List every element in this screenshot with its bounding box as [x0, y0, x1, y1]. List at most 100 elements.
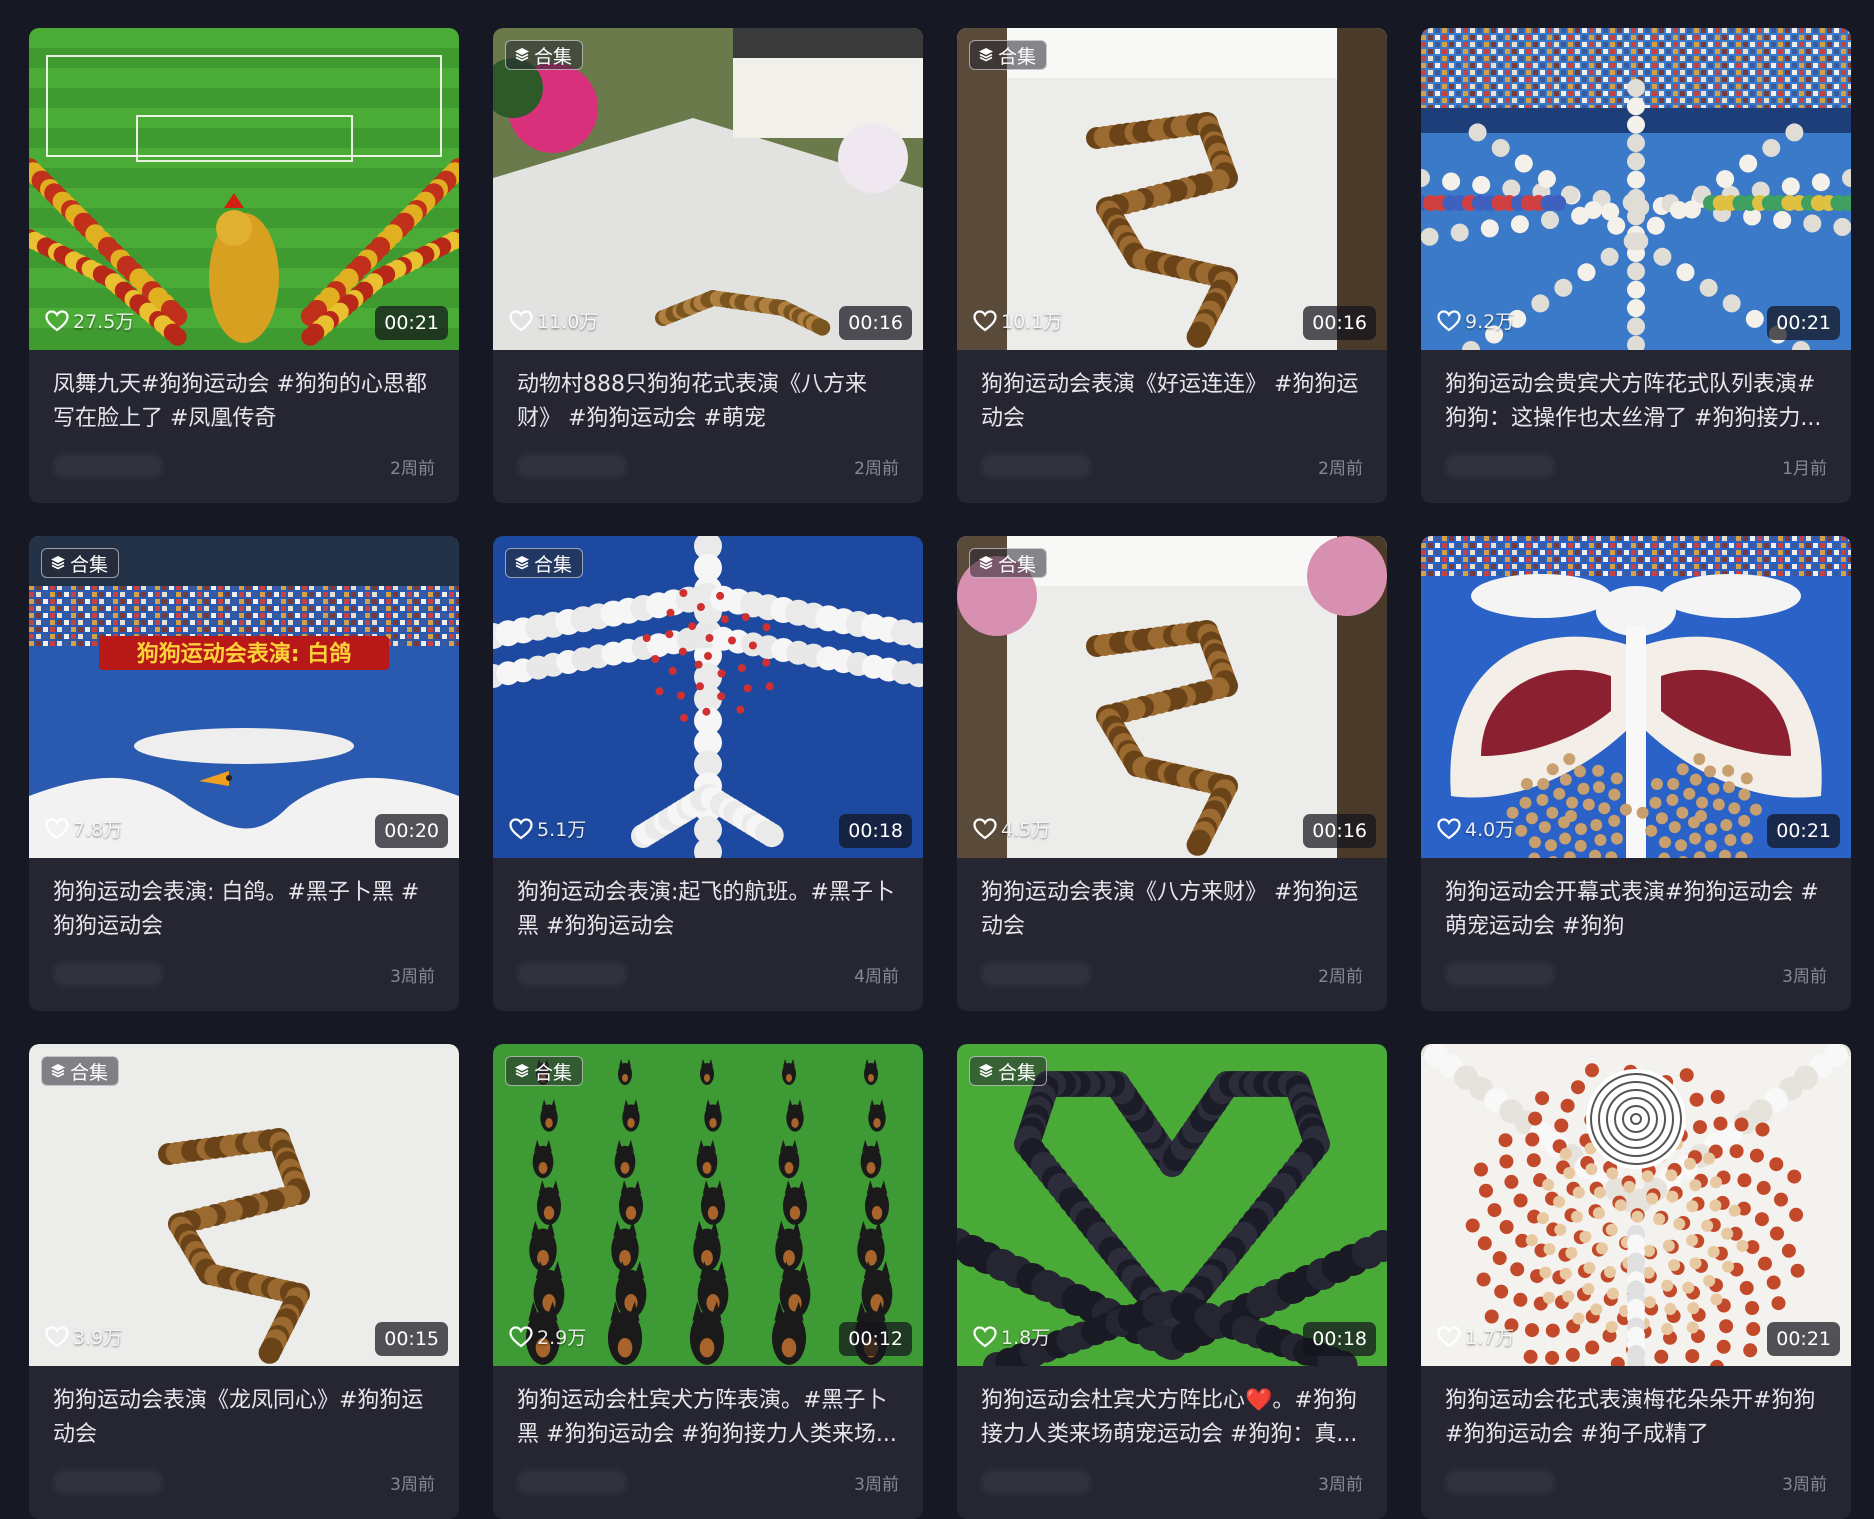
stack-icon	[979, 556, 993, 570]
video-thumbnail[interactable]: 合集 3.9万 00:15	[29, 1044, 459, 1366]
video-title[interactable]: 凤舞九天#狗狗运动会 #狗狗的心思都写在脸上了 #凤凰传奇	[53, 368, 435, 436]
publish-time: 3周前	[390, 1474, 435, 1495]
publish-time: 3周前	[390, 966, 435, 987]
publish-time: 2周前	[1318, 458, 1363, 479]
video-card-10[interactable]: 合集 2.9万 00:12 狗狗运动会杜宾犬方阵表演。#黑子卜黑 #狗狗运动会 …	[493, 1044, 923, 1519]
collection-badge-label: 合集	[998, 553, 1037, 576]
video-duration: 00:15	[375, 1322, 448, 1356]
stack-icon	[51, 556, 65, 570]
heart-outline-icon	[509, 817, 533, 839]
author-name-blurred[interactable]	[1445, 1470, 1555, 1494]
like-count-value: 4.0万	[1465, 819, 1515, 841]
video-thumbnail[interactable]: 27.5万 00:21	[29, 28, 459, 350]
author-name-blurred[interactable]	[981, 1470, 1091, 1494]
video-meta: 3周前	[517, 1467, 899, 1497]
video-title[interactable]: 狗狗运动会杜宾犬方阵表演。#黑子卜黑 #狗狗运动会 #狗狗接力人类来场...	[517, 1384, 899, 1452]
video-thumbnail[interactable]: 合集 10.1万 00:16	[957, 28, 1387, 350]
heart-outline-icon	[45, 309, 69, 331]
like-count: 11.0万	[509, 307, 598, 334]
video-title[interactable]: 狗狗运动会贵宾犬方阵花式队列表演#狗狗：这操作也太丝滑了 #狗狗接力...	[1445, 368, 1827, 436]
video-meta: 2周前	[981, 451, 1363, 481]
author-name-blurred[interactable]	[517, 1470, 627, 1494]
heart-outline-icon	[45, 817, 69, 839]
like-count: 5.1万	[509, 815, 586, 842]
video-card-7[interactable]: 合集 4.5万 00:16 狗狗运动会表演《八方来财》 #狗狗运动会 2周前	[957, 536, 1387, 1011]
author-name-blurred[interactable]	[53, 1470, 163, 1494]
author-name-blurred[interactable]	[517, 962, 627, 986]
video-duration: 00:21	[1767, 1322, 1840, 1356]
video-thumbnail[interactable]: 1.7万 00:21	[1421, 1044, 1851, 1366]
publish-time: 2周前	[1318, 966, 1363, 987]
publish-time: 2周前	[854, 458, 899, 479]
video-title[interactable]: 狗狗运动会表演《好运连连》 #狗狗运动会	[981, 368, 1363, 436]
heart-outline-icon	[509, 309, 533, 331]
like-count-value: 11.0万	[537, 311, 599, 333]
stack-icon	[51, 1064, 65, 1078]
video-thumbnail[interactable]: 合集 5.1万 00:18	[493, 536, 923, 858]
video-meta: 2周前	[53, 451, 435, 481]
author-name-blurred[interactable]	[981, 962, 1091, 986]
collection-badge-label: 合集	[534, 1061, 573, 1084]
video-thumbnail[interactable]: 合集 11.0万 00:16	[493, 28, 923, 350]
collection-badge-label: 合集	[534, 45, 573, 68]
video-title[interactable]: 狗狗运动会表演: 白鸽。#黑子卜黑 #狗狗运动会	[53, 876, 435, 944]
collection-badge-label: 合集	[70, 1061, 109, 1084]
video-thumbnail[interactable]: 狗狗运动会表演: 白鸽 合集 7.8万 00:20	[29, 536, 459, 858]
publish-time: 3周前	[854, 1474, 899, 1495]
author-name-blurred[interactable]	[1445, 454, 1555, 478]
like-count-value: 7.8万	[73, 819, 123, 841]
video-title[interactable]: 狗狗运动会表演《八方来财》 #狗狗运动会	[981, 876, 1363, 944]
author-name-blurred[interactable]	[53, 962, 163, 986]
like-count-value: 4.5万	[1001, 819, 1051, 841]
video-card-9[interactable]: 合集 3.9万 00:15 狗狗运动会表演《龙凤同心》#狗狗运动会 3周前	[29, 1044, 459, 1519]
video-title[interactable]: 狗狗运动会表演:起飞的航班。#黑子卜黑 #狗狗运动会	[517, 876, 899, 944]
video-thumbnail[interactable]: 合集 2.9万 00:12	[493, 1044, 923, 1366]
video-card-2[interactable]: 合集 11.0万 00:16 动物村888只狗狗花式表演《八方来财》 #狗狗运动…	[493, 28, 923, 503]
video-card-11[interactable]: 合集 1.8万 00:18 狗狗运动会杜宾犬方阵比心❤️。#狗狗接力人类来场萌宠…	[957, 1044, 1387, 1519]
video-meta: 3周前	[53, 1467, 435, 1497]
video-card-5[interactable]: 狗狗运动会表演: 白鸽 合集 7.8万 00:20 狗狗运动会表演: 白鸽。#黑…	[29, 536, 459, 1011]
stack-icon	[979, 1064, 993, 1078]
video-thumbnail[interactable]: 9.2万 00:21	[1421, 28, 1851, 350]
video-title[interactable]: 狗狗运动会开幕式表演#狗狗运动会 #萌宠运动会 #狗狗	[1445, 876, 1827, 944]
publish-time: 2周前	[390, 458, 435, 479]
collection-badge: 合集	[505, 548, 584, 578]
author-name-blurred[interactable]	[1445, 962, 1555, 986]
video-duration: 00:18	[839, 814, 912, 848]
video-title[interactable]: 狗狗运动会表演《龙凤同心》#狗狗运动会	[53, 1384, 435, 1452]
video-thumbnail[interactable]: 合集 4.5万 00:16	[957, 536, 1387, 858]
video-meta: 2周前	[981, 959, 1363, 989]
video-title[interactable]: 狗狗运动会杜宾犬方阵比心❤️。#狗狗接力人类来场萌宠运动会 #狗狗：真...	[981, 1384, 1363, 1452]
collection-badge-label: 合集	[534, 553, 573, 576]
stack-icon	[515, 556, 529, 570]
like-count: 9.2万	[1437, 307, 1514, 334]
video-card-12[interactable]: 1.7万 00:21 狗狗运动会花式表演梅花朵朵开#狗狗 #狗狗运动会 #狗子成…	[1421, 1044, 1851, 1519]
video-thumbnail[interactable]: 合集 1.8万 00:18	[957, 1044, 1387, 1366]
video-card-8[interactable]: 4.0万 00:21 狗狗运动会开幕式表演#狗狗运动会 #萌宠运动会 #狗狗 3…	[1421, 536, 1851, 1011]
video-title[interactable]: 狗狗运动会花式表演梅花朵朵开#狗狗 #狗狗运动会 #狗子成精了	[1445, 1384, 1827, 1452]
publish-time: 3周前	[1782, 1474, 1827, 1495]
heart-outline-icon	[45, 1325, 69, 1347]
video-meta: 4周前	[517, 959, 899, 989]
video-duration: 00:16	[839, 306, 912, 340]
author-name-blurred[interactable]	[517, 454, 627, 478]
video-title[interactable]: 动物村888只狗狗花式表演《八方来财》 #狗狗运动会 #萌宠	[517, 368, 899, 436]
video-duration: 00:12	[839, 1322, 912, 1356]
video-card-6[interactable]: 合集 5.1万 00:18 狗狗运动会表演:起飞的航班。#黑子卜黑 #狗狗运动会…	[493, 536, 923, 1011]
video-card-3[interactable]: 合集 10.1万 00:16 狗狗运动会表演《好运连连》 #狗狗运动会 2周前	[957, 28, 1387, 503]
author-name-blurred[interactable]	[981, 454, 1091, 478]
author-name-blurred[interactable]	[53, 454, 163, 478]
video-card-4[interactable]: 9.2万 00:21 狗狗运动会贵宾犬方阵花式队列表演#狗狗：这操作也太丝滑了 …	[1421, 28, 1851, 503]
like-count: 4.5万	[973, 815, 1050, 842]
collection-badge: 合集	[969, 40, 1048, 70]
video-thumbnail[interactable]: 4.0万 00:21	[1421, 536, 1851, 858]
like-count: 1.8万	[973, 1323, 1050, 1350]
video-duration: 00:16	[1303, 306, 1376, 340]
collection-badge-label: 合集	[998, 45, 1037, 68]
video-meta: 3周前	[1445, 1467, 1827, 1497]
video-duration: 00:21	[375, 306, 448, 340]
video-grid: 27.5万 00:21 凤舞九天#狗狗运动会 #狗狗的心思都写在脸上了 #凤凰传…	[29, 28, 1851, 1519]
video-card-1[interactable]: 27.5万 00:21 凤舞九天#狗狗运动会 #狗狗的心思都写在脸上了 #凤凰传…	[29, 28, 459, 503]
collection-badge: 合集	[505, 40, 584, 70]
like-count: 3.9万	[45, 1323, 122, 1350]
